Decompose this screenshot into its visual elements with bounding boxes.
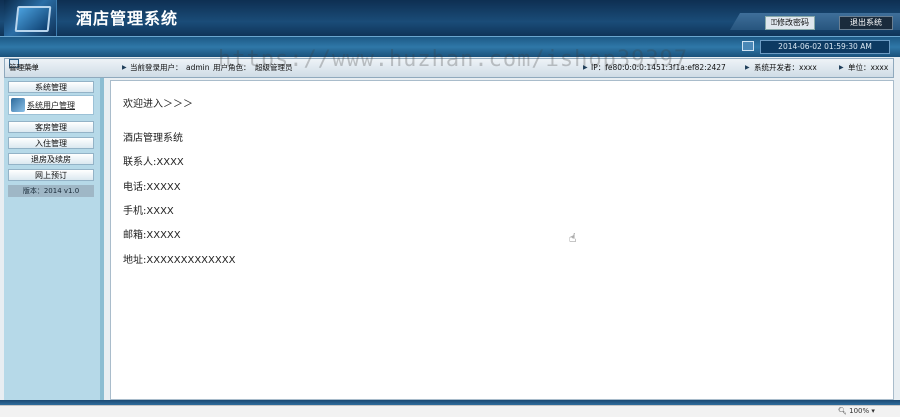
version-label: 版本：2014 v1.0 [8,185,94,197]
current-user: admin [186,63,210,72]
arrow-icon: ▶ [745,64,750,71]
menu-title-en: main menu [9,65,38,71]
sidebar-item-user-management[interactable]: 系统用户管理 [8,95,94,115]
contact-person: 联系人:XXXX [123,157,184,168]
app-header: 酒店管理系统 ⚿修改密码 退出系统 [0,0,900,40]
zoom-icon: 🔍︎ [838,407,847,415]
browser-status-bar: 🔍︎ 100% ▾ [0,405,900,417]
datetime-display: 2014-06-02 01:59:30 AM [760,40,890,54]
sidebar-item-room-management[interactable]: 客房管理 [8,121,94,133]
user-management-icon [11,98,25,112]
sidebar: 系统管理 系统用户管理 客房管理 入住管理 退房及续房 网上预订 版本：2014… [4,78,104,400]
sidebar-item-online-booking[interactable]: 网上预订 [8,169,94,181]
arrow-icon: ▶ [122,64,127,71]
system-name: 酒店管理系统 [123,133,183,144]
phone: 电话:XXXXX [123,182,181,193]
monitor-logo-icon [14,6,52,32]
hand-cursor-icon: ☝ [569,231,577,245]
sidebar-item-system-management[interactable]: 系统管理 [8,81,94,93]
arrow-icon: ▶ [839,64,844,71]
monitor-icon [742,41,754,51]
app-title: 酒店管理系统 [76,9,179,28]
sidebar-item-check-out[interactable]: 退房及续房 [8,153,94,165]
zoom-level: 100% [849,407,870,415]
main-content: 欢迎进入＞＞＞ 酒店管理系统 联系人:XXXX 电话:XXXXX 手机:XXXX… [110,80,894,400]
welcome-text: 欢迎进入＞＞＞ [123,99,193,110]
unit: 单位：xxxx [848,63,889,72]
watermark: https://www.huzhan.com/ishop39397 [218,47,689,72]
address: 地址:XXXXXXXXXXXXX [123,255,236,266]
email: 邮箱:XXXXX [123,230,181,241]
zoom-control[interactable]: 🔍︎ 100% ▾ [838,407,875,415]
app-logo [4,0,57,40]
sidebar-item-check-in[interactable]: 入住管理 [8,137,94,149]
current-user-label: 当前登录用户： [130,63,183,72]
mobile: 手机:XXXX [123,206,174,217]
sidebar-item-label: 系统用户管理 [27,101,75,110]
change-password-label: 修改密码 [777,18,810,27]
chevron-down-icon: ▾ [871,407,875,415]
developer: 系统开发者：xxxx [754,63,817,72]
change-password-button[interactable]: ⚿修改密码 [765,16,815,30]
logout-button[interactable]: 退出系统 [839,16,893,30]
